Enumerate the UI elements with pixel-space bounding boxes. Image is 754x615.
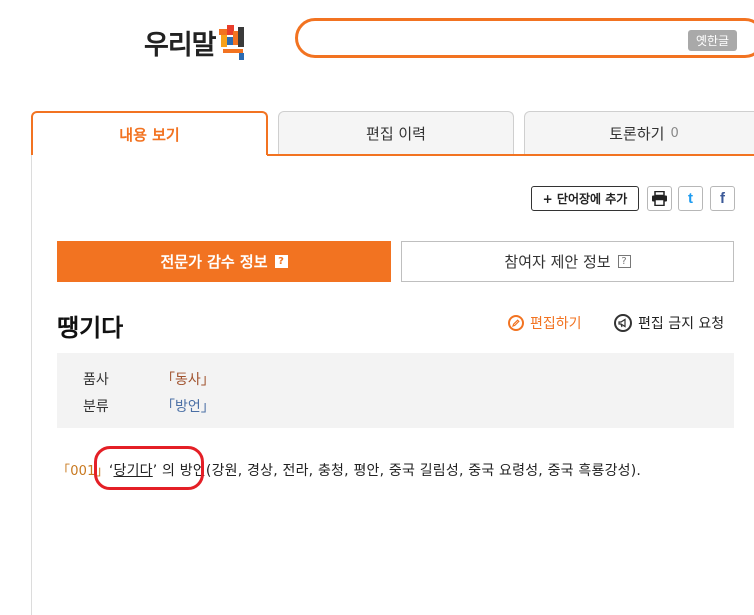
- print-button[interactable]: [647, 186, 672, 211]
- help-icon[interactable]: ?: [617, 255, 631, 268]
- site-logo[interactable]: 우리말: [144, 22, 247, 62]
- tab-label: 편집 이력: [366, 125, 426, 143]
- tab-edit-history[interactable]: 편집 이력: [278, 111, 514, 155]
- megaphone-icon: [614, 314, 632, 332]
- ban-label: 편집 금지 요청: [638, 316, 725, 332]
- help-icon[interactable]: ?: [274, 255, 288, 268]
- tab-participant-suggestion[interactable]: 참여자 제안 정보 ?: [401, 241, 734, 282]
- pos-row: 품사 「동사」: [83, 369, 215, 389]
- category-value: 「방언」: [161, 399, 215, 415]
- edit-ban-request-button[interactable]: 편집 금지 요청: [614, 313, 724, 333]
- old-hangul-button[interactable]: 옛한글: [688, 30, 737, 51]
- headword-title: 땡기다: [57, 314, 124, 342]
- search-input[interactable]: [314, 27, 678, 51]
- tab-label: 토론하기: [609, 125, 665, 143]
- highlight-annotation: [94, 446, 204, 490]
- tab-view-content[interactable]: 내용 보기: [31, 111, 268, 155]
- category-label: 분류: [83, 399, 109, 415]
- pencil-icon: [508, 315, 524, 331]
- pos-value: 「동사」: [161, 372, 215, 388]
- search-bar: 옛한글: [295, 18, 754, 58]
- twitter-icon: t: [688, 190, 693, 207]
- tab-expert-review[interactable]: 전문가 감수 정보 ?: [57, 241, 391, 282]
- edit-button[interactable]: 편집하기: [508, 313, 582, 333]
- sub-tab-label: 전문가 감수 정보: [160, 253, 268, 271]
- facebook-icon: f: [720, 190, 725, 207]
- print-icon: [652, 191, 667, 206]
- discussion-count: 0: [670, 126, 679, 141]
- tab-label: 내용 보기: [119, 125, 180, 144]
- category-row: 분류 「방언」: [83, 396, 215, 416]
- pos-label: 품사: [83, 372, 109, 388]
- sub-tab-label: 참여자 제안 정보: [504, 253, 611, 271]
- entry-info-box: 품사 「동사」 분류 「방언」: [57, 353, 734, 428]
- add-to-wordbook-button[interactable]: + 단어장에 추가: [531, 186, 639, 211]
- facebook-share-button[interactable]: f: [710, 186, 735, 211]
- twitter-share-button[interactable]: t: [678, 186, 703, 211]
- logo-text: 우리말: [144, 29, 217, 61]
- tab-discussion[interactable]: 토론하기 0: [524, 111, 754, 155]
- logo-mark-icon: [217, 23, 247, 61]
- definition-text: 의 방언(강원, 경상, 전라, 충청, 평안, 중국 길림성, 중국 요령성,…: [162, 463, 642, 479]
- edit-label: 편집하기: [530, 316, 582, 332]
